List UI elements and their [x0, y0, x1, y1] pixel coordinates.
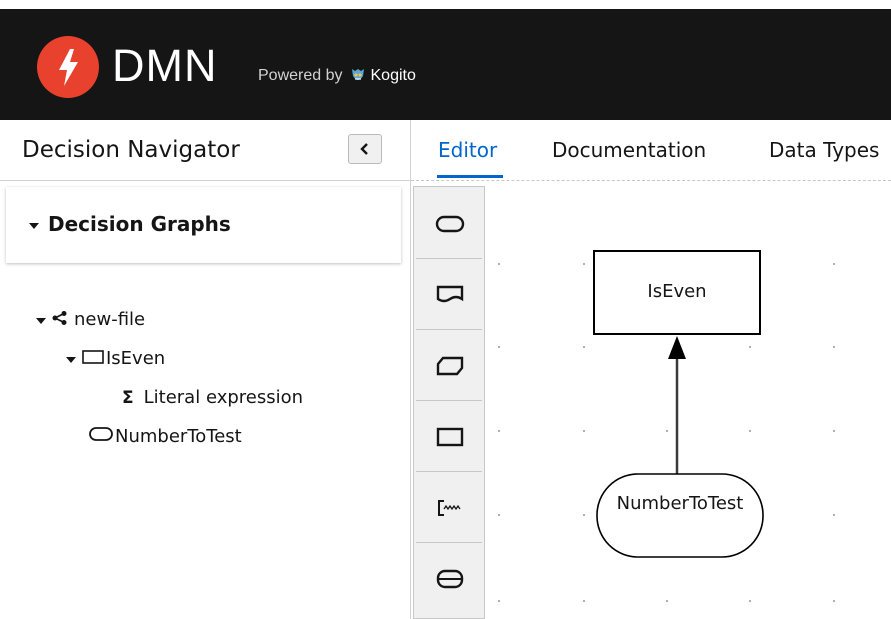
split-rounded-rectangle-icon [436, 569, 464, 589]
decision-graphs-toggle[interactable]: Decision Graphs [28, 211, 231, 237]
caret-down-icon [28, 211, 40, 237]
diagram-svg [498, 250, 835, 602]
lightning-bolt-icon [37, 36, 99, 98]
input-data-icon [89, 425, 113, 449]
tree-item-new-file[interactable]: new-file [36, 308, 145, 332]
knowledge-source-tool[interactable] [416, 261, 482, 330]
kogito-label: Kogito [370, 67, 416, 84]
decision-graphs-section: Decision Graphs [6, 187, 401, 263]
rounded-rectangle-icon [435, 215, 465, 233]
navigator-header: Decision Navigator [0, 120, 410, 181]
editor-tabs: Editor Documentation Data Types [411, 120, 891, 181]
decision-navigator-panel: Decision Navigator Decision Graphs new-f… [0, 120, 411, 619]
tab-documentation[interactable]: Documentation [552, 136, 706, 164]
cut-corner-rectangle-icon [436, 356, 464, 376]
caret-down-icon [66, 347, 76, 371]
decision-rectangle-icon [82, 347, 104, 371]
input-data-node-numbertotest[interactable] [596, 473, 764, 558]
tree-item-label: IsEven [106, 348, 166, 369]
powered-by-label: Powered by [258, 67, 343, 84]
app-title: DMN [112, 40, 218, 91]
navigator-title: Decision Navigator [22, 137, 240, 163]
input-data-tool[interactable] [416, 190, 482, 259]
chevron-left-icon [360, 143, 368, 155]
kogito-icon [349, 67, 367, 85]
shape-palette [413, 186, 485, 619]
decision-tool[interactable] [416, 403, 482, 472]
header-top-strip [0, 0, 891, 9]
bkm-tool[interactable] [416, 332, 482, 401]
share-nodes-icon [52, 308, 68, 332]
tab-data-types[interactable]: Data Types [769, 136, 879, 164]
bracket-text-icon [438, 500, 461, 516]
tree-item-numbertotest[interactable]: NumberToTest [89, 425, 242, 449]
collapse-navigator-button[interactable] [348, 134, 382, 164]
tree-item-label: NumberToTest [115, 426, 242, 447]
dmn-editor-page: DMN Powered by Kogito Decision Navigator [0, 0, 891, 619]
tab-editor[interactable]: Editor [438, 136, 497, 164]
decision-service-tool[interactable] [416, 545, 482, 614]
diagram-canvas[interactable]: IsEven NumberToTest [486, 181, 891, 619]
text-annotation-tool[interactable] [416, 474, 482, 543]
tree-item-label: Literal expression [143, 387, 304, 408]
caret-down-icon [36, 308, 46, 332]
rectangle-icon [436, 427, 464, 447]
tree-item-iseven[interactable]: IsEven [66, 347, 165, 371]
decision-graphs-title: Decision Graphs [48, 212, 231, 236]
active-tab-indicator [437, 175, 503, 178]
powered-by: Powered by Kogito [258, 66, 416, 86]
app-header: DMN Powered by Kogito [0, 0, 891, 120]
sigma-icon: Σ [122, 388, 134, 408]
wavy-document-icon [436, 285, 464, 303]
tree-item-literal-expression[interactable]: Σ Literal expression [122, 386, 303, 410]
node-label-numbertotest: NumberToTest [616, 493, 744, 514]
tree-item-label: new-file [74, 309, 146, 330]
node-label-iseven: IsEven [647, 281, 707, 302]
edge-arrowhead [668, 336, 686, 359]
